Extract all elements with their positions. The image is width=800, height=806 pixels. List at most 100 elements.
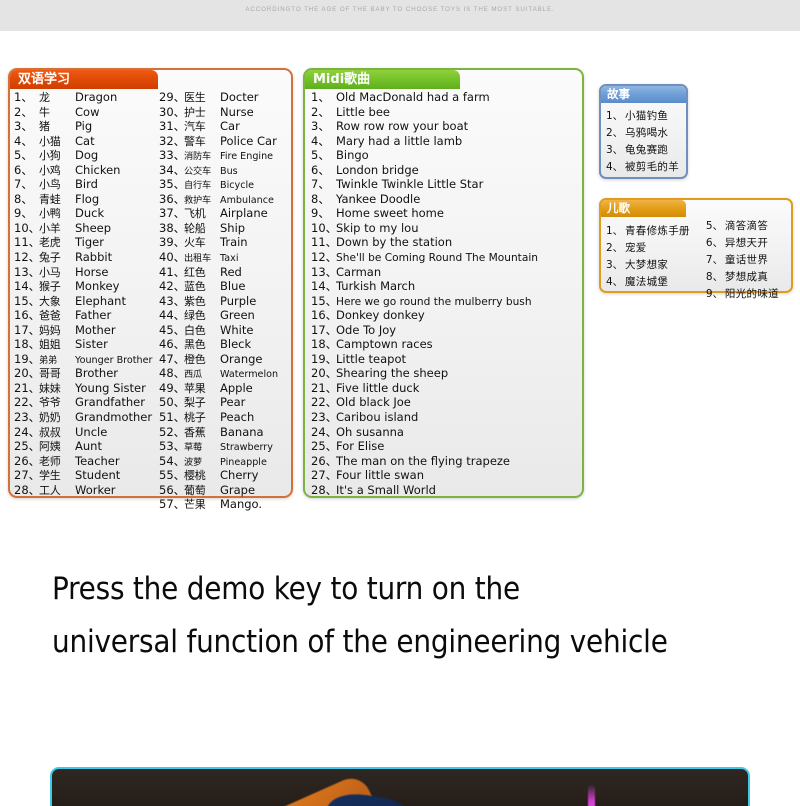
kids-song-number: 5、 [705,220,724,232]
bilingual-row-english: Teacher [75,453,120,468]
bilingual-row-number: 56、 [159,482,186,497]
bilingual-row: 55、 樱桃 Cherry [159,468,291,483]
midi-song-title: Down by the station [336,235,453,250]
bilingual-row-number: 9、 [14,206,33,221]
bilingual-row-chinese: 警车 [184,134,206,148]
bilingual-row: 50、 梨子 Pear [159,395,291,410]
bilingual-row-chinese: 爸爸 [39,309,61,323]
story-row: 2、 乌鸦喝水 [606,125,679,142]
bilingual-row-chinese: 老师 [39,454,61,468]
bilingual-row-number: 38、 [159,220,186,235]
bilingual-row-number: 14、 [14,279,41,294]
bilingual-row-chinese: 猴子 [39,280,61,294]
midi-song-title: Oh susanna [336,424,404,439]
midi-song-title: Carman [336,264,382,279]
bilingual-row-english: Nurse [220,104,254,119]
midi-song-number: 24、 [311,424,338,439]
bilingual-row: 10、 小羊 Sheep [14,221,157,236]
midi-song-row: 1、 Old MacDonald had a farm [311,90,583,105]
bilingual-row-chinese: 黑色 [184,338,206,352]
bilingual-row-number: 49、 [159,380,186,395]
midi-song-row: 20、 Shearing the sheep [311,366,583,381]
kids-song-number: 8、 [705,271,724,283]
kids-song-row: 2、 宠爱 [606,240,706,257]
bilingual-row-chinese: 青蛙 [39,192,61,206]
bilingual-row-number: 15、 [14,293,41,308]
kids-song-number: 3、 [606,259,624,271]
midi-song-number: 18、 [311,337,338,352]
story-card-title: 故事 [607,86,630,101]
bilingual-row: 4、 小猫 Cat [14,134,157,149]
bilingual-row-number: 43、 [159,293,186,308]
kids-song-number: 4、 [606,276,624,288]
midi-card-title: Midi歌曲 [313,72,371,87]
bilingual-row-english: Docter [220,90,259,104]
bilingual-row-english: Car [220,119,240,134]
midi-song-title: Skip to my lou [336,220,419,235]
bilingual-row-english: Grape [220,482,256,497]
kids-song-row: 5、 滴答滴答 [706,218,791,235]
story-row-title: 被剪毛的羊 [625,161,679,173]
bilingual-row-number: 30、 [159,104,186,119]
bilingual-row: 7、 小鸟 Bird [14,177,157,192]
midi-song-number: 14、 [311,279,338,294]
midi-song-title: Home sweet home [336,206,444,221]
bilingual-row-english: Peach [220,410,255,425]
bilingual-row-english: Pear [220,395,246,410]
bilingual-row-number: 55、 [159,468,186,483]
midi-song-row: 25、 For Elise [311,439,583,454]
midi-song-title: Twinkle Twinkle Little Star [336,177,484,192]
bilingual-row: 47、 橙色 Orange [159,352,291,367]
midi-song-row: 24、 Oh susanna [311,425,583,440]
story-row-title: 乌鸦喝水 [625,127,669,139]
bilingual-row-chinese: 樱桃 [184,469,206,483]
bilingual-row: 11、 老虎 Tiger [14,235,157,250]
bilingual-row-number: 32、 [159,133,186,148]
midi-song-number: 12、 [311,250,338,265]
midi-song-number: 28、 [311,482,338,497]
bilingual-row-number: 23、 [14,410,41,425]
bilingual-row-number: 21、 [14,380,41,395]
bilingual-row-english: Brother [75,366,119,381]
bilingual-row-english: Sister [75,337,108,352]
midi-song-row: 26、 The man on the flying trapeze [311,454,583,469]
bilingual-row-number: 34、 [159,162,186,177]
midi-song-row: 2、 Little bee [311,105,583,120]
bilingual-row: 27、 学生 Student [14,468,157,483]
bilingual-row-number: 44、 [159,308,186,323]
bilingual-row-english: Grandfather [75,395,145,410]
midi-song-number: 10、 [311,220,338,235]
bilingual-row-number: 18、 [14,337,41,352]
midi-song-row: 23、 Caribou island [311,410,583,425]
story-card-header: 故事 [601,86,686,103]
midi-song-title: Little bee [336,104,390,119]
bilingual-row: 56、 葡萄 Grape [159,483,291,498]
bilingual-row-english: Red [220,264,242,279]
bilingual-row: 51、 桃子 Peach [159,410,291,425]
bilingual-row-english: Monkey [75,279,120,294]
bilingual-row-chinese: 梨子 [184,396,206,410]
bilingual-row: 43、 紫色 Purple [159,294,291,309]
bilingual-row-english: Apple [220,380,253,395]
bilingual-row: 40、 出租车 Taxi [159,250,291,265]
midi-song-title: Mary had a little lamb [336,133,463,148]
midi-song-row: 6、 London bridge [311,163,583,178]
bilingual-row: 5、 小狗 Dog [14,148,157,163]
bilingual-row-chinese: 自行车 [184,180,211,192]
bilingual-row: 39、 火车 Train [159,235,291,250]
bilingual-row-english: Flog [75,191,100,206]
bilingual-row-chinese: 桃子 [184,411,206,425]
bilingual-row-chinese: 爷爷 [39,396,61,410]
kids-song-number: 7、 [705,254,724,266]
bilingual-row-english: Father [75,308,112,323]
bilingual-row-english: Mother [75,322,116,337]
midi-song-number: 21、 [311,380,338,395]
kids-song-number: 1、 [606,225,624,237]
bilingual-row-number: 3、 [14,119,33,134]
bilingual-row-number: 57、 [159,497,186,512]
bilingual-card-title: 双语学习 [18,72,71,87]
bilingual-row: 13、 小马 Horse [14,265,157,280]
bilingual-row: 2、牛 Cow [14,105,157,120]
story-card: 故事 1、 小猫钓鱼 2、 乌鸦喝水 3、 龟兔赛跑 4、 被剪毛的羊 [599,84,688,179]
bilingual-row-number: 35、 [159,177,186,192]
